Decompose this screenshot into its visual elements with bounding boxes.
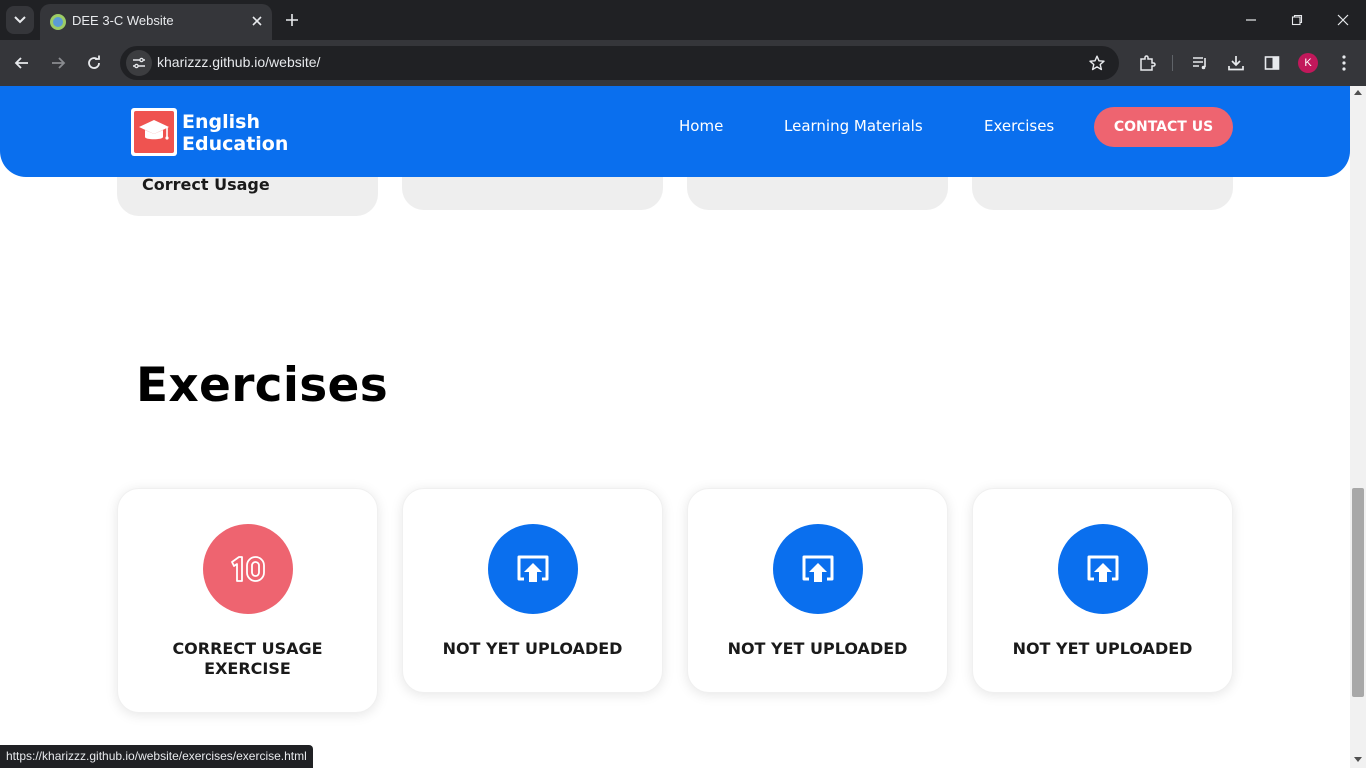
media-controls-button[interactable] — [1186, 49, 1214, 77]
new-tab-button[interactable] — [280, 8, 304, 32]
exercise-card[interactable]: NOT YET UPLOADED — [402, 488, 663, 693]
exercise-label: NOT YET UPLOADED — [1012, 639, 1193, 658]
nav-home[interactable]: Home — [679, 117, 723, 135]
side-panel-button[interactable] — [1258, 49, 1286, 77]
downloads-button[interactable] — [1222, 49, 1250, 77]
logo-line-1: English — [182, 111, 260, 133]
page-scrollbar[interactable] — [1350, 86, 1366, 768]
reload-button[interactable] — [80, 49, 108, 77]
browser-tab[interactable]: DEE 3-C Website — [40, 4, 272, 40]
restore-icon — [1291, 14, 1303, 26]
arrow-left-icon — [14, 57, 28, 69]
upload-icon — [1087, 555, 1119, 582]
more-vert-icon — [1342, 55, 1346, 71]
exercise-card[interactable]: NOT YET UPLOADED — [972, 488, 1233, 693]
contact-us-button[interactable]: CONTACT US — [1094, 107, 1233, 147]
tab-title: DEE 3-C Website — [72, 13, 174, 28]
exercise-card[interactable]: CORRECT USAGE EXERCISE — [117, 488, 378, 713]
profile-avatar[interactable]: K — [1298, 53, 1318, 73]
music-queue-icon — [1193, 57, 1206, 70]
back-button[interactable] — [8, 49, 36, 77]
star-icon — [1089, 55, 1105, 71]
forward-button[interactable] — [44, 49, 72, 77]
scrollbar-thumb[interactable] — [1352, 488, 1364, 697]
nav-learning-materials[interactable]: Learning Materials — [784, 117, 923, 135]
address-bar[interactable]: kharizzz.github.io/website/ — [120, 46, 1119, 80]
status-bar-url: https://kharizzz.github.io/website/exerc… — [0, 745, 313, 768]
upload-icon — [517, 555, 549, 582]
exercise-icon-circle — [773, 524, 863, 614]
tab-close-button[interactable] — [247, 11, 267, 31]
tab-search-button[interactable] — [6, 6, 34, 34]
close-icon — [1337, 14, 1349, 26]
exercise-icon-circle — [203, 524, 293, 614]
toolbar-separator — [1172, 55, 1173, 71]
minimize-icon — [1246, 19, 1256, 21]
plus-icon — [286, 14, 298, 26]
exercise-icon-circle — [488, 524, 578, 614]
side-panel-icon — [1264, 56, 1280, 70]
material-card-label: Correct Usage — [142, 175, 270, 194]
page-viewport: Correct Usage English Education Home Lea… — [0, 86, 1350, 768]
url-text: kharizzz.github.io/website/ — [157, 54, 321, 70]
close-icon — [252, 16, 262, 26]
logo-badge — [131, 108, 177, 156]
restore-button[interactable] — [1283, 6, 1311, 34]
exercise-card[interactable]: NOT YET UPLOADED — [687, 488, 948, 693]
exercise-icon-circle — [1058, 524, 1148, 614]
logo-line-2: Education — [182, 133, 289, 155]
exercise-label: CORRECT USAGE EXERCISE — [172, 639, 323, 678]
menu-button[interactable] — [1330, 49, 1358, 77]
minimize-button[interactable] — [1237, 6, 1265, 34]
browser-toolbar: kharizzz.github.io/website/ K — [0, 40, 1366, 86]
number-10-icon — [231, 556, 265, 582]
tune-icon — [133, 57, 145, 69]
chevron-down-icon — [14, 16, 26, 24]
puzzle-icon — [1140, 55, 1156, 71]
scroll-down-arrow-icon[interactable] — [1354, 757, 1362, 762]
site-logo[interactable]: English Education — [131, 108, 288, 158]
close-window-button[interactable] — [1329, 6, 1357, 34]
exercise-label: NOT YET UPLOADED — [442, 639, 623, 658]
logo-text: English Education — [182, 111, 288, 155]
extensions-button[interactable] — [1133, 49, 1161, 77]
scroll-up-arrow-icon[interactable] — [1354, 90, 1362, 95]
exercise-label: NOT YET UPLOADED — [727, 639, 908, 658]
arrow-right-icon — [52, 57, 66, 69]
upload-icon — [802, 555, 834, 582]
bookmark-button[interactable] — [1085, 51, 1109, 75]
download-icon — [1228, 56, 1244, 71]
graduation-cap-icon — [139, 120, 169, 140]
reload-icon — [88, 55, 100, 69]
site-header: English Education Home Learning Material… — [0, 86, 1350, 177]
favicon-icon — [50, 14, 66, 30]
section-title: Exercises — [136, 358, 388, 413]
browser-tab-bar: DEE 3-C Website — [0, 0, 1366, 40]
nav-exercises[interactable]: Exercises — [984, 117, 1054, 135]
site-info-button[interactable] — [126, 50, 152, 76]
